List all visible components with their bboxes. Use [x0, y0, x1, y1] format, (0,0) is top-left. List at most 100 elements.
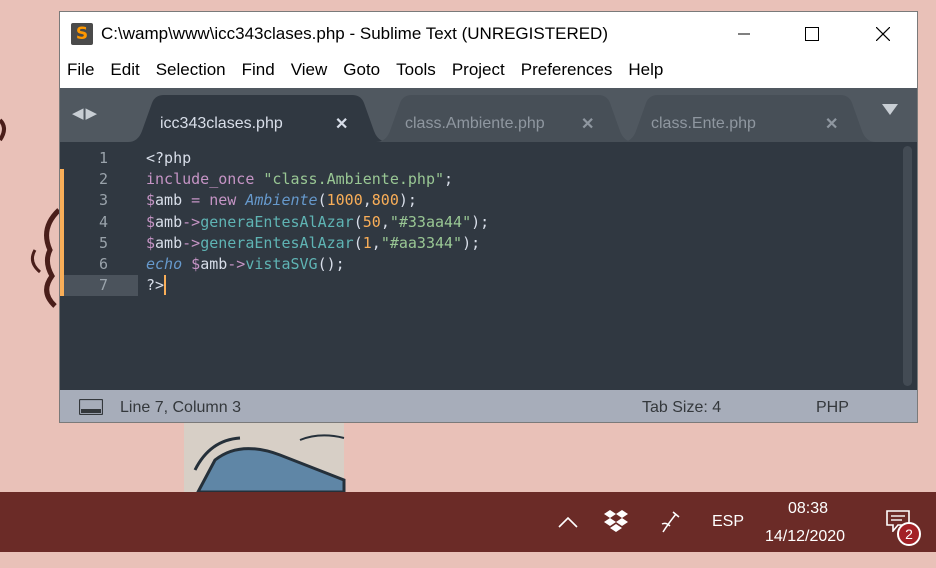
- clock-time[interactable]: 08:38: [788, 500, 828, 518]
- menu-edit[interactable]: Edit: [102, 58, 147, 86]
- tab-label: class.Ente.php: [651, 115, 756, 132]
- minimize-button[interactable]: [721, 12, 767, 56]
- tab-class-ente[interactable]: class.Ente.php ✕: [622, 95, 876, 142]
- pen-icon[interactable]: [660, 510, 682, 534]
- code-token: include_once: [146, 170, 255, 189]
- code-token: ?>: [146, 276, 165, 295]
- tab-close-icon[interactable]: ✕: [581, 114, 594, 134]
- sublime-app-icon: S: [71, 23, 93, 45]
- tab-size-indicator[interactable]: Tab Size: 4: [642, 399, 721, 417]
- code-token: amb: [200, 255, 228, 273]
- menu-help[interactable]: Help: [620, 58, 671, 86]
- code-token: amb: [155, 233, 183, 252]
- minimize-icon: [738, 33, 750, 35]
- status-bar: Line 7, Column 3 Tab Size: 4 PHP: [60, 390, 917, 422]
- syntax-indicator[interactable]: PHP: [816, 399, 849, 417]
- code-token: 1: [362, 233, 372, 252]
- line-number: 2: [98, 170, 108, 189]
- menu-bar: File Edit Selection Find View Goto Tools…: [60, 58, 917, 86]
- vertical-scrollbar[interactable]: [903, 146, 912, 386]
- line-number: 5: [98, 233, 108, 252]
- app-icon-glyph: S: [75, 24, 89, 44]
- code-token: 800: [371, 191, 399, 210]
- menu-selection[interactable]: Selection: [148, 58, 234, 86]
- tab-label: class.Ambiente.php: [405, 115, 545, 132]
- line-number: 3: [98, 191, 108, 210]
- menu-view[interactable]: View: [283, 58, 336, 86]
- close-button[interactable]: [860, 12, 906, 56]
- code-token: $: [146, 233, 156, 252]
- code-token: ();: [317, 255, 345, 273]
- code-token: "#33aa44": [389, 212, 472, 231]
- code-line[interactable]: $amb->generaEntesAlAzar(1,"#aa3344");: [146, 233, 480, 254]
- line-number: 6: [98, 255, 108, 273]
- code-token: (: [317, 191, 327, 210]
- input-language[interactable]: ESP: [712, 513, 744, 531]
- code-token: echo: [146, 255, 183, 273]
- code-token: new: [209, 191, 237, 210]
- code-token: );: [398, 191, 417, 210]
- menu-goto[interactable]: Goto: [335, 58, 388, 86]
- code-token: Ambiente: [245, 191, 318, 210]
- menu-find[interactable]: Find: [234, 58, 283, 86]
- code-token: <?php: [146, 149, 192, 167]
- code-line[interactable]: <?php: [146, 148, 191, 169]
- code-token: (: [353, 233, 363, 252]
- code-token: ;: [444, 170, 454, 189]
- code-token: generaEntesAlAzar: [200, 233, 354, 252]
- sublime-text-window: S C:\wamp\www\icc343clases.php - Sublime…: [59, 11, 918, 423]
- code-token: $: [146, 212, 156, 231]
- code-line[interactable]: ?>: [146, 275, 164, 296]
- code-token: ,: [371, 233, 381, 252]
- code-token: 50: [362, 212, 381, 231]
- title-bar[interactable]: S C:\wamp\www\icc343clases.php - Sublime…: [60, 12, 917, 56]
- tab-close-icon[interactable]: ✕: [825, 114, 838, 134]
- line-number: 4: [98, 212, 108, 231]
- maximize-icon: [805, 27, 819, 41]
- code-token: amb: [155, 191, 183, 210]
- code-token: ->: [227, 255, 246, 273]
- code-editor[interactable]: 1 2 3 4 5 6 7 <?php include_once "class.Ambient…: [60, 142, 917, 390]
- menu-project[interactable]: Project: [444, 58, 513, 86]
- maximize-button[interactable]: [789, 12, 835, 56]
- code-token: (: [353, 212, 363, 231]
- clock-date[interactable]: 14/12/2020: [765, 528, 845, 546]
- code-token: );: [462, 233, 481, 252]
- text-cursor: [164, 275, 166, 296]
- tab-list-dropdown-icon[interactable]: [882, 104, 898, 115]
- tab-class-ambiente[interactable]: class.Ambiente.php ✕: [376, 95, 634, 142]
- code-line[interactable]: $amb = new Ambiente(1000,800);: [146, 190, 417, 211]
- code-token: "class.Ambiente.php": [263, 170, 445, 189]
- code-token: amb: [155, 212, 183, 231]
- notification-count-badge[interactable]: 2: [897, 522, 921, 546]
- code-token: 1000: [326, 191, 363, 210]
- tab-bar: ◀▶ icc343clases.php ✕ class.Ambiente.php…: [60, 88, 917, 142]
- menu-file[interactable]: File: [60, 58, 102, 86]
- menu-tools[interactable]: Tools: [388, 58, 444, 86]
- code-token: ->: [182, 212, 201, 231]
- code-line[interactable]: $amb->generaEntesAlAzar(50,"#33aa44");: [146, 212, 489, 233]
- tab-close-icon[interactable]: ✕: [335, 114, 348, 134]
- dropbox-icon[interactable]: [603, 510, 629, 532]
- windows-taskbar: ESP 08:38 14/12/2020: [0, 492, 936, 552]
- code-token: ->: [182, 233, 201, 252]
- tab-label: icc343clases.php: [160, 115, 283, 132]
- menu-preferences[interactable]: Preferences: [513, 58, 621, 86]
- code-token: vistaSVG: [245, 255, 318, 273]
- chevron-up-icon[interactable]: [558, 516, 578, 528]
- code-line[interactable]: echo $amb->vistaSVG();: [146, 254, 345, 275]
- window-title: C:\wamp\www\icc343clases.php - Sublime T…: [101, 24, 608, 43]
- line-number: 1: [98, 149, 108, 167]
- close-icon: [876, 27, 890, 41]
- code-line[interactable]: include_once "class.Ambiente.php";: [146, 169, 453, 190]
- tab-icc343clases[interactable]: icc343clases.php ✕: [128, 95, 388, 142]
- tab-nav-arrows-icon[interactable]: ◀▶: [72, 104, 99, 122]
- cursor-position: Line 7, Column 3: [120, 399, 241, 416]
- code-token: );: [471, 212, 490, 231]
- code-token: generaEntesAlAzar: [200, 212, 354, 231]
- panel-toggle-icon[interactable]: [79, 399, 103, 415]
- code-token: ,: [380, 212, 390, 231]
- code-token: $: [191, 255, 201, 273]
